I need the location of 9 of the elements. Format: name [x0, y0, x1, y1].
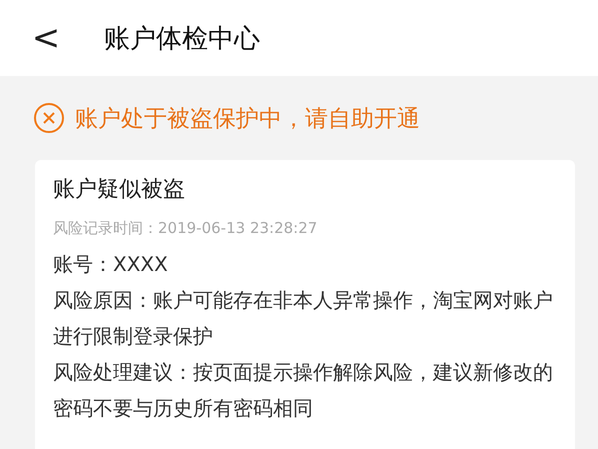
close-circle-icon [33, 102, 65, 134]
page-title: 账户体检中心 [104, 22, 260, 56]
risk-detail: 风险原因：账户可能存在非本人异常操作，淘宝网对账户进行限制登录保护 [53, 287, 553, 350]
card-title: 账户疑似被盗 [53, 176, 186, 204]
risk-detail: 账号：XXXX [53, 251, 169, 278]
risk-detail: 风险处理建议：按页面提示操作解除风险，建议新修改的密码不要与历史所有密码相同 [53, 359, 553, 422]
alert-message: 账户处于被盗保护中，请自助开通 [75, 104, 420, 134]
back-button[interactable]: < [26, 18, 66, 58]
risk-time: 风险记录时间：2019-06-13 23:28:27 [53, 218, 318, 239]
